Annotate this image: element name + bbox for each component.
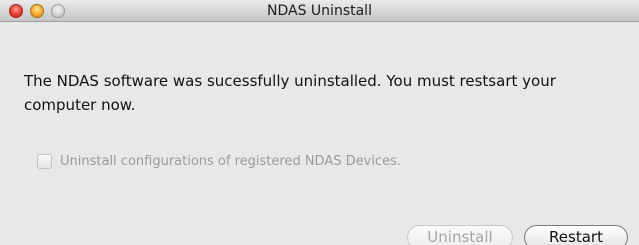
dialog-window: NDAS Uninstall The NDAS software was suc… [0,0,639,245]
uninstall-button[interactable]: Uninstall [407,225,513,245]
uninstall-config-label: Uninstall configurations of registered N… [60,154,401,169]
title-bar[interactable]: NDAS Uninstall [0,0,639,22]
uninstall-config-option: Uninstall configurations of registered N… [37,154,401,169]
restart-button[interactable]: Restart [524,225,628,245]
window-title: NDAS Uninstall [267,3,372,19]
uninstall-config-checkbox[interactable] [37,154,52,169]
status-message: The NDAS software was sucessfully uninst… [24,72,556,114]
